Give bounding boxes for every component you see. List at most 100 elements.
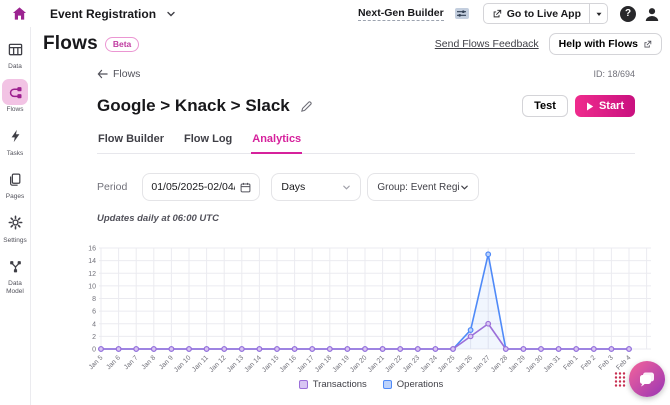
svg-text:Jan 8: Jan 8 <box>140 354 157 371</box>
sidebar: Data Flows Tasks Pages Settings <box>0 27 31 405</box>
chat-icon <box>637 369 657 389</box>
sidebar-item-label: Settings <box>3 237 27 244</box>
svg-text:0: 0 <box>92 347 96 354</box>
group-select[interactable]: Group: Event Registrat <box>367 173 479 201</box>
page-header: Flows Beta Send Flows Feedback Help with… <box>31 27 670 61</box>
svg-text:Jan 21: Jan 21 <box>367 354 387 374</box>
svg-text:14: 14 <box>88 258 96 265</box>
legend-label: Operations <box>397 379 443 390</box>
svg-text:Jan 10: Jan 10 <box>173 354 193 374</box>
date-range-input[interactable]: 01/05/2025-02/04/20... <box>142 173 260 201</box>
legend-operations[interactable]: Operations <box>383 379 443 390</box>
question-mark-icon: ? <box>625 8 631 19</box>
legend-label: Transactions <box>313 379 367 390</box>
interval-value: Days <box>281 181 305 193</box>
play-icon <box>586 102 594 111</box>
svg-text:4: 4 <box>92 321 96 328</box>
caret-down-icon <box>595 10 603 18</box>
help-button[interactable]: ? <box>620 6 636 22</box>
go-to-live-app-button[interactable]: Go to Live App <box>484 4 589 23</box>
svg-text:Jan 24: Jan 24 <box>419 354 439 374</box>
external-link-icon <box>492 9 502 19</box>
analytics-filters: Period 01/05/2025-02/04/20... Days Group… <box>97 173 635 201</box>
lightning-icon <box>2 123 28 149</box>
tab-flow-log[interactable]: Flow Log <box>183 133 233 153</box>
svg-text:Jan 22: Jan 22 <box>384 354 404 374</box>
svg-text:Jan 29: Jan 29 <box>507 354 527 374</box>
top-bar: Event Registration Next-Gen Builder Go t… <box>0 0 670 27</box>
flow-title: Google > Knack > Slack <box>97 96 290 116</box>
start-button-label: Start <box>599 100 624 112</box>
legend-transactions[interactable]: Transactions <box>299 379 367 390</box>
sidebar-item-label: Flows <box>7 106 24 113</box>
app-switcher[interactable]: Event Registration <box>50 7 156 21</box>
next-gen-builder-toggle[interactable]: Next-Gen Builder <box>358 7 444 21</box>
tab-flow-builder[interactable]: Flow Builder <box>97 133 165 153</box>
app-switcher-label: Event Registration <box>50 7 156 21</box>
sidebar-item-label: Data Model <box>0 280 31 295</box>
external-link-icon <box>643 40 652 49</box>
gear-icon <box>2 210 28 236</box>
svg-text:Jan 5: Jan 5 <box>88 354 105 371</box>
chevron-down-icon <box>166 9 176 19</box>
flows-icon <box>2 79 28 105</box>
page-title: Flows <box>43 33 98 55</box>
svg-text:12: 12 <box>88 271 96 278</box>
svg-text:Jan 13: Jan 13 <box>226 354 246 374</box>
edit-title-button[interactable] <box>300 100 313 113</box>
sidebar-item-data-model[interactable]: Data Model <box>0 253 31 295</box>
group-value: Group: Event Registrat <box>377 182 460 193</box>
user-avatar-icon <box>644 6 660 22</box>
beta-badge: Beta <box>105 37 139 52</box>
back-to-flows-link[interactable]: Flows <box>97 68 140 80</box>
live-app-split-button: Go to Live App <box>483 3 608 24</box>
sidebar-item-pages[interactable]: Pages <box>0 166 31 200</box>
transactions-swatch <box>299 380 308 389</box>
sidebar-item-label: Pages <box>6 193 24 200</box>
home-button[interactable] <box>10 5 28 23</box>
start-button[interactable]: Start <box>575 95 635 117</box>
go-to-live-app-label: Go to Live App <box>507 8 581 20</box>
chat-widget <box>614 361 665 397</box>
svg-text:Jan 25: Jan 25 <box>437 354 457 374</box>
drag-handle-icon[interactable] <box>614 371 626 387</box>
analytics-chart: 0246810121416Jan 5Jan 6Jan 7Jan 8Jan 9Ja… <box>85 235 657 377</box>
svg-text:Feb 1: Feb 1 <box>562 354 579 371</box>
svg-text:16: 16 <box>88 246 96 253</box>
period-label: Period <box>97 181 127 193</box>
home-icon <box>12 6 27 21</box>
sidebar-item-data[interactable]: Data <box>0 36 31 70</box>
sidebar-item-tasks[interactable]: Tasks <box>0 123 31 157</box>
flow-tabs: Flow Builder Flow Log Analytics <box>97 133 635 154</box>
flow-id: ID: 18/694 <box>593 69 635 79</box>
flow-title-row: Google > Knack > Slack Test Start <box>97 95 635 117</box>
test-button[interactable]: Test <box>522 95 568 117</box>
interval-select[interactable]: Days <box>271 173 361 201</box>
svg-text:Feb 3: Feb 3 <box>598 354 615 371</box>
svg-text:6: 6 <box>92 309 96 316</box>
svg-text:Jan 26: Jan 26 <box>455 354 475 374</box>
chevron-down-icon <box>460 183 469 192</box>
help-with-flows-button[interactable]: Help with Flows <box>549 33 662 55</box>
profile-button[interactable] <box>644 6 660 22</box>
svg-text:Jan 14: Jan 14 <box>243 354 263 374</box>
svg-text:Jan 16: Jan 16 <box>279 354 299 374</box>
chat-launcher-button[interactable] <box>629 361 665 397</box>
date-range-value: 01/05/2025-02/04/20... <box>151 181 235 193</box>
sidebar-item-flows[interactable]: Flows <box>0 79 31 113</box>
live-app-dropdown-button[interactable] <box>589 4 607 23</box>
tab-analytics[interactable]: Analytics <box>251 133 302 154</box>
svg-text:Jan 27: Jan 27 <box>472 354 492 374</box>
svg-text:Jan 23: Jan 23 <box>402 354 422 374</box>
svg-text:Feb 2: Feb 2 <box>580 354 597 371</box>
data-model-icon <box>2 253 28 279</box>
svg-text:2: 2 <box>92 334 96 341</box>
update-note: Updates daily at 06:00 UTC <box>97 213 219 224</box>
svg-text:8: 8 <box>92 296 96 303</box>
arrow-left-icon <box>97 69 108 79</box>
sidebar-item-settings[interactable]: Settings <box>0 210 31 244</box>
chart-legend: Transactions Operations <box>85 379 657 390</box>
send-feedback-link[interactable]: Send Flows Feedback <box>435 38 539 50</box>
app-window: Event Registration Next-Gen Builder Go t… <box>0 0 670 405</box>
main-panel: Flows Beta Send Flows Feedback Help with… <box>31 27 670 405</box>
